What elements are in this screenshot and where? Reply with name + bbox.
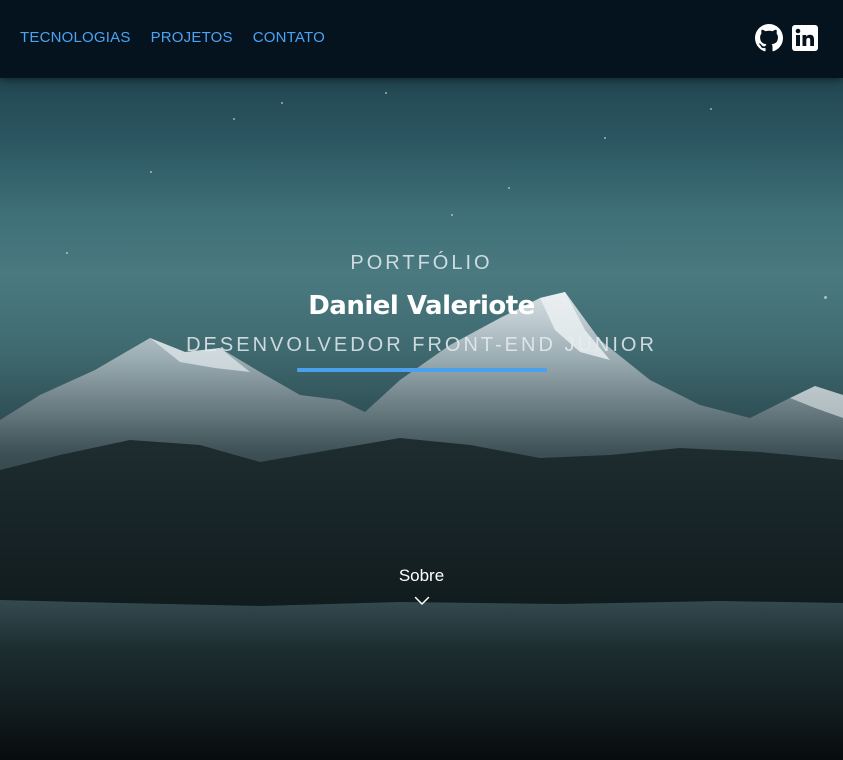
page: TECNOLOGIAS PROJETOS CONTATO PORTFÓLIO D… bbox=[0, 0, 843, 760]
mountains-illustration bbox=[0, 292, 843, 760]
chevron-down-icon bbox=[414, 596, 429, 605]
nav-link-contato[interactable]: CONTATO bbox=[253, 29, 325, 46]
sobre-label: Sobre bbox=[398, 566, 445, 585]
hero-eyebrow: PORTFÓLIO bbox=[350, 252, 493, 274]
linkedin-link[interactable] bbox=[791, 24, 819, 52]
scroll-cta: Sobre bbox=[0, 566, 843, 606]
hero-name: Daniel Valeriote bbox=[308, 291, 535, 321]
github-icon bbox=[755, 24, 783, 52]
github-link[interactable] bbox=[755, 24, 783, 52]
linkedin-icon bbox=[792, 25, 818, 51]
sobre-link[interactable]: Sobre bbox=[399, 566, 444, 606]
nav-link-tecnologias[interactable]: TECNOLOGIAS bbox=[20, 29, 131, 46]
hero-background bbox=[0, 0, 843, 760]
accent-underline bbox=[296, 368, 547, 372]
navbar: TECNOLOGIAS PROJETOS CONTATO bbox=[0, 0, 843, 78]
nav-links: TECNOLOGIAS PROJETOS CONTATO bbox=[20, 29, 325, 46]
social-links bbox=[755, 24, 819, 52]
hero-role: DESENVOLVEDOR FRONT-END JÚNIOR bbox=[186, 334, 657, 356]
nav-link-projetos[interactable]: PROJETOS bbox=[151, 29, 233, 46]
hero-content: PORTFÓLIO Daniel Valeriote DESENVOLVEDOR… bbox=[0, 250, 843, 372]
